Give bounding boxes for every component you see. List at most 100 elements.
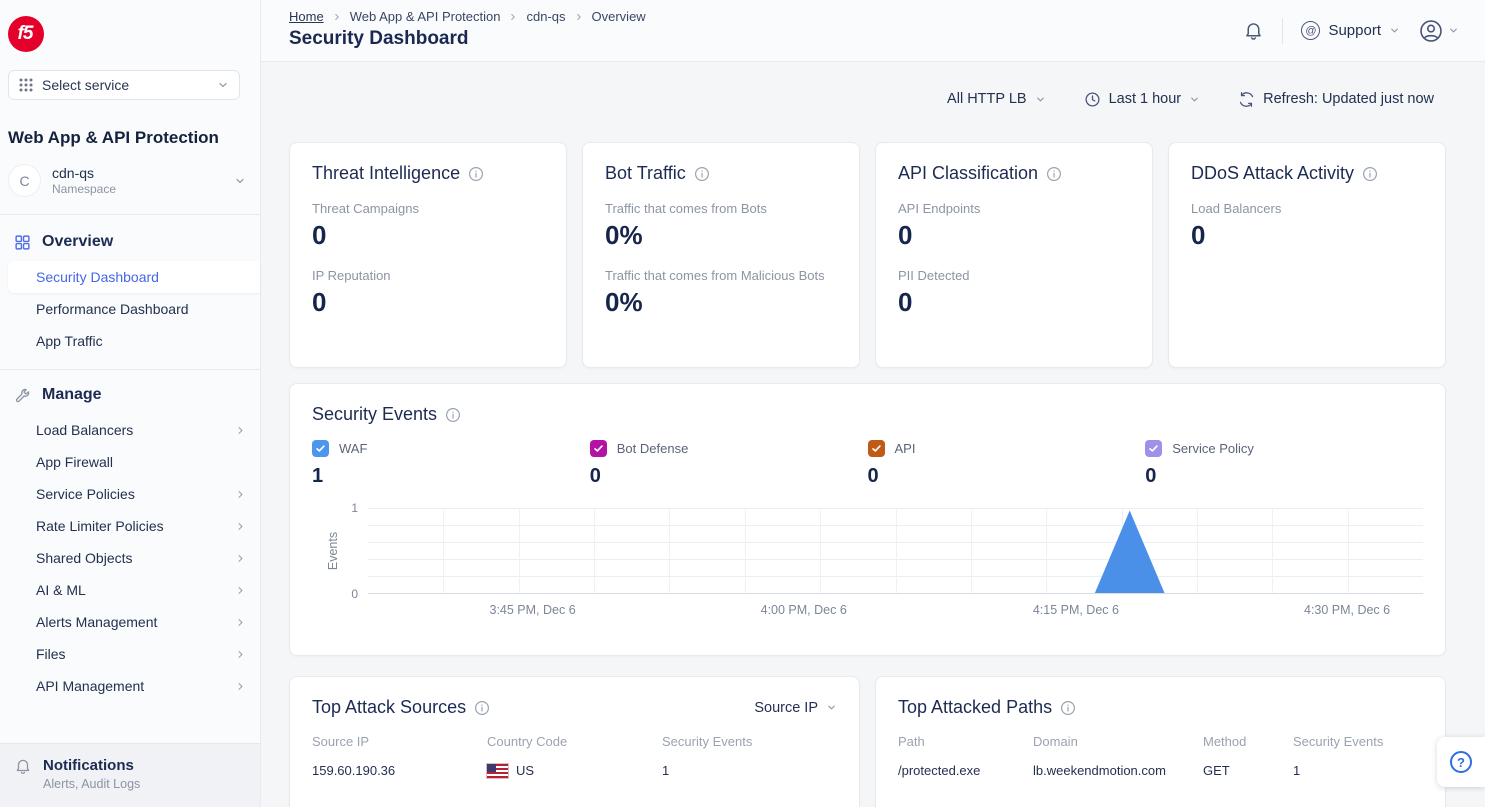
breadcrumb-item[interactable]: cdn-qs <box>526 9 565 24</box>
column-header: Country Code <box>487 734 662 749</box>
nav-item-label: Alerts Management <box>36 614 157 630</box>
metric-label: API Endpoints <box>898 201 1130 216</box>
sidebar-item-security-dashboard[interactable]: Security Dashboard <box>8 261 260 293</box>
series-waf: WAF 1 <box>312 440 590 488</box>
info-icon[interactable] <box>694 166 710 182</box>
sidebar-item-load-balancers[interactable]: Load Balancers <box>0 414 260 446</box>
time-range-selector[interactable]: Last 1 hour <box>1084 91 1201 108</box>
chevron-right-icon <box>235 489 246 500</box>
x-tick-label: 4:00 PM, Dec 6 <box>761 603 847 617</box>
chart-y-axis: Events 1 0 <box>312 508 368 594</box>
card-title: Security Events <box>312 404 437 425</box>
series-value: 0 <box>1145 465 1423 488</box>
y-tick: 1 <box>351 501 358 515</box>
sidebar-notifications[interactable]: Notifications Alerts, Audit Logs <box>0 743 260 807</box>
waf-checkbox[interactable] <box>312 440 329 457</box>
chevron-right-icon <box>235 425 246 436</box>
sidebar-item-service-policies[interactable]: Service Policies <box>0 478 260 510</box>
nav-section-manage[interactable]: Manage <box>0 376 260 414</box>
sidebar-item-alerts-management[interactable]: Alerts Management <box>0 606 260 638</box>
notifications-bell-button[interactable] <box>1243 20 1264 41</box>
help-button[interactable]: ? <box>1437 737 1485 787</box>
bell-icon <box>1243 20 1264 41</box>
method-cell: GET <box>1203 763 1293 778</box>
metric-label: Traffic that comes from Malicious Bots <box>605 268 837 283</box>
support-menu[interactable]: @ Support <box>1301 21 1400 40</box>
info-icon[interactable] <box>1362 166 1378 182</box>
security-events-cell: 1 <box>662 763 837 778</box>
path-cell: /protected.exe <box>898 763 1033 778</box>
column-header: Security Events <box>1293 734 1423 749</box>
info-icon[interactable] <box>1060 700 1076 716</box>
breadcrumb-home[interactable]: Home <box>289 9 324 24</box>
service-selector[interactable]: Select service <box>8 70 240 100</box>
breadcrumb-item[interactable]: Overview <box>592 9 646 24</box>
metric-label: IP Reputation <box>312 268 544 283</box>
x-tick-label: 4:30 PM, Dec 6 <box>1304 603 1390 617</box>
header-divider <box>1282 18 1283 44</box>
series-label: Bot Defense <box>617 441 689 456</box>
card-ddos-attack-activity: DDoS Attack Activity Load Balancers 0 <box>1168 142 1446 368</box>
nav-section-overview[interactable]: Overview <box>0 223 260 261</box>
metric-value: 0 <box>1191 220 1423 251</box>
sidebar-item-app-traffic[interactable]: App Traffic <box>0 325 260 357</box>
column-header: Method <box>1203 734 1293 749</box>
nav-item-label: AI & ML <box>36 582 86 598</box>
info-icon[interactable] <box>474 700 490 716</box>
info-icon[interactable] <box>468 166 484 182</box>
card-title: Bot Traffic <box>605 163 686 184</box>
security-events-chart: Events 1 0 3:45 PM, Dec 6 4:00 PM, Dec 6 4… <box>312 508 1423 618</box>
table-row[interactable]: 159.60.190.36 US 1 <box>312 763 837 778</box>
metric-label: PII Detected <box>898 268 1130 283</box>
api-checkbox[interactable] <box>868 440 885 457</box>
table-header: Source IP Country Code Security Events <box>312 734 837 749</box>
info-icon[interactable] <box>1046 166 1062 182</box>
chevron-down-icon <box>1189 94 1200 105</box>
sidebar-item-api-management[interactable]: API Management <box>0 670 260 702</box>
metric-value: 0 <box>312 220 544 251</box>
x-tick-label: 3:45 PM, Dec 6 <box>490 603 576 617</box>
f5-logo[interactable]: f5 <box>8 16 44 52</box>
nav-item-label: Performance Dashboard <box>36 301 189 317</box>
source-ip-cell: 159.60.190.36 <box>312 763 487 778</box>
series-label: WAF <box>339 441 367 456</box>
x-tick-label: 4:15 PM, Dec 6 <box>1033 603 1119 617</box>
service-policy-checkbox[interactable] <box>1145 440 1162 457</box>
nav-item-label: Service Policies <box>36 486 135 502</box>
table-row[interactable]: /protected.exe lb.weekendmotion.com GET … <box>898 763 1423 778</box>
sidebar-item-rate-limiter-policies[interactable]: Rate Limiter Policies <box>0 510 260 542</box>
bot-defense-checkbox[interactable] <box>590 440 607 457</box>
wrench-icon <box>14 387 31 404</box>
events-chart-xlabels: 3:45 PM, Dec 6 4:00 PM, Dec 6 4:15 PM, Dec… <box>368 594 1423 618</box>
check-icon <box>1148 443 1159 454</box>
breadcrumb-item[interactable]: Web App & API Protection <box>350 9 501 24</box>
account-menu[interactable] <box>1418 18 1459 44</box>
group-by-selector[interactable]: Source IP <box>754 700 837 716</box>
series-label: Service Policy <box>1172 441 1254 456</box>
events-chart-plot[interactable] <box>368 508 1423 594</box>
namespace-selector[interactable]: C cdn-qs Namespace <box>8 164 246 197</box>
sidebar-divider <box>0 369 260 370</box>
time-range-value: Last 1 hour <box>1109 91 1182 107</box>
metric-label: Threat Campaigns <box>312 201 544 216</box>
info-icon[interactable] <box>445 407 461 423</box>
sidebar-item-performance-dashboard[interactable]: Performance Dashboard <box>0 293 260 325</box>
sidebar-item-ai-ml[interactable]: AI & ML <box>0 574 260 606</box>
card-api-classification: API Classification API Endpoints 0 PII D… <box>875 142 1153 368</box>
card-title: API Classification <box>898 163 1038 184</box>
group-by-value: Source IP <box>754 700 818 716</box>
chevron-right-icon <box>574 12 584 22</box>
sidebar-item-app-firewall[interactable]: App Firewall <box>0 446 260 478</box>
sidebar-item-files[interactable]: Files <box>0 638 260 670</box>
lb-selector-value: All HTTP LB <box>947 91 1027 107</box>
domain-cell: lb.weekendmotion.com <box>1033 763 1203 778</box>
card-title: Top Attack Sources <box>312 697 466 718</box>
chevron-down-icon <box>234 175 246 187</box>
column-header: Security Events <box>662 734 837 749</box>
chevron-down-icon <box>217 79 229 91</box>
lb-selector[interactable]: All HTTP LB <box>947 91 1046 107</box>
stat-cards-row: Threat Intelligence Threat Campaigns 0 I… <box>289 142 1446 368</box>
refresh-button[interactable]: Refresh: Updated just now <box>1238 91 1434 108</box>
sidebar-item-shared-objects[interactable]: Shared Objects <box>0 542 260 574</box>
breadcrumb: Home Web App & API Protection cdn-qs Ove… <box>289 9 646 24</box>
